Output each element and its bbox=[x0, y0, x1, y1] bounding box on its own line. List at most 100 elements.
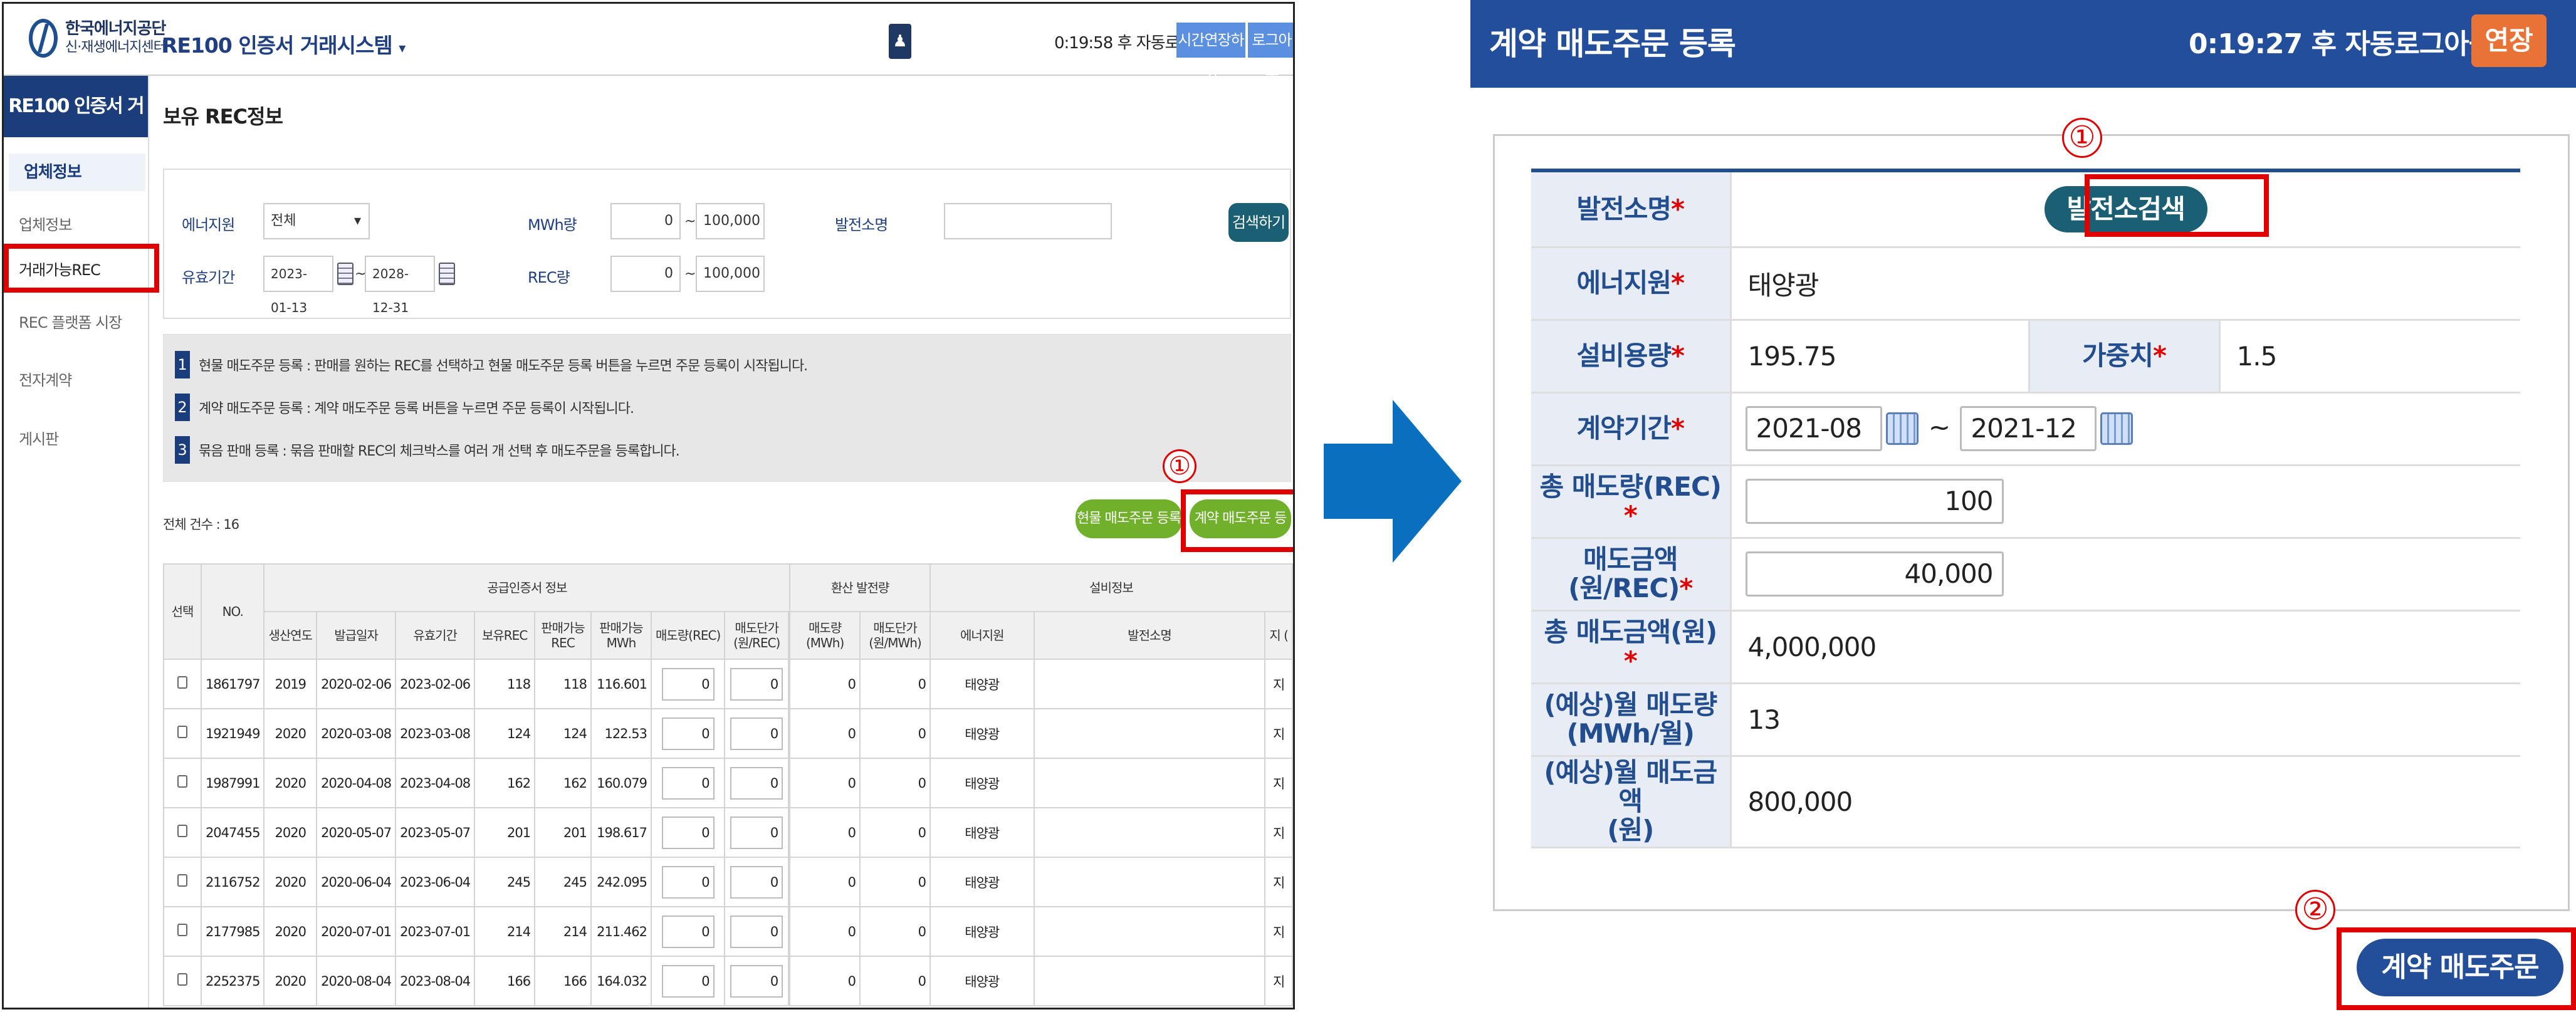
cell-sellamt[interactable]: 0 bbox=[650, 708, 726, 759]
total-amount-label: 총 매도금액(원) * bbox=[1531, 610, 1732, 684]
checkbox-icon[interactable] bbox=[177, 726, 187, 738]
rec-to-input[interactable]: 100,000 bbox=[696, 256, 765, 292]
row-checkbox[interactable] bbox=[163, 956, 202, 1006]
cell-valid: 2023-06-04 bbox=[395, 857, 476, 907]
cell-energy: 태양광 bbox=[929, 659, 1035, 709]
cell-sellprice[interactable]: 0 bbox=[724, 708, 790, 759]
checkbox-icon[interactable] bbox=[177, 874, 187, 887]
user-icon[interactable]: ♟ bbox=[889, 24, 911, 59]
sell-amount-input[interactable]: 0 bbox=[661, 915, 715, 948]
sell-amount-input[interactable]: 0 bbox=[661, 964, 715, 998]
checkbox-icon[interactable] bbox=[177, 825, 187, 837]
system-title: RE100 인증서 거래시스템 bbox=[162, 33, 393, 58]
required-mark: * bbox=[1671, 340, 1685, 371]
calendar-icon[interactable] bbox=[337, 263, 353, 285]
col-energy: 에너지원 bbox=[929, 611, 1035, 660]
sell-price-input[interactable]: 0 bbox=[730, 915, 783, 948]
col-issue-date: 발급일자 bbox=[316, 611, 397, 660]
cell-convamt: 0 bbox=[789, 758, 861, 808]
cell-energy: 태양광 bbox=[929, 708, 1035, 759]
cell-plant bbox=[1033, 956, 1266, 1006]
cell-sellamt[interactable]: 0 bbox=[650, 659, 726, 709]
row-checkbox[interactable] bbox=[163, 659, 202, 709]
energy-source-label: 에너지원 bbox=[182, 216, 235, 234]
cell-sellprice[interactable]: 0 bbox=[724, 906, 790, 957]
cell-salerec: 118 bbox=[534, 659, 592, 709]
cell-sellprice[interactable]: 0 bbox=[724, 659, 790, 709]
plant-name-input[interactable] bbox=[944, 203, 1112, 239]
cell-sellamt[interactable]: 0 bbox=[650, 758, 726, 808]
checkbox-icon[interactable] bbox=[177, 676, 187, 689]
calendar-icon[interactable] bbox=[2100, 412, 2134, 445]
col-no: NO. bbox=[200, 563, 265, 660]
right-screenshot: 계약 매도주문 등록 0:19:27 후 자동로그아웃 연장 발전소명* 발전소… bbox=[1470, 0, 2576, 1012]
checkbox-icon[interactable] bbox=[177, 973, 187, 986]
sidebar-item-company-info[interactable]: 업체정보 bbox=[4, 212, 149, 234]
cell-sellamt[interactable]: 0 bbox=[650, 956, 726, 1006]
period-from-input[interactable]: 2021-08 bbox=[1745, 406, 1882, 451]
extend-button[interactable]: 연장 bbox=[2471, 14, 2547, 67]
cell-sellamt[interactable]: 0 bbox=[650, 906, 726, 957]
page-title: 보유 REC정보 bbox=[163, 105, 283, 128]
row-checkbox[interactable] bbox=[163, 708, 202, 759]
checkbox-icon[interactable] bbox=[177, 775, 187, 788]
sell-price-input[interactable]: 0 bbox=[730, 816, 783, 849]
cell-year: 2020 bbox=[263, 708, 318, 759]
total-rec-input[interactable]: 100 bbox=[1745, 479, 2004, 524]
spot-sell-order-button[interactable]: 현물 매도주문 등록 bbox=[1076, 499, 1182, 538]
sell-price-input[interactable]: 0 bbox=[730, 766, 783, 800]
total-count: 전체 건수 : 16 bbox=[163, 517, 239, 532]
sell-price-input[interactable]: 0 bbox=[730, 717, 783, 750]
mwh-to-input[interactable]: 100,000 bbox=[696, 203, 765, 239]
sidebar-item-e-contract[interactable]: 전자계약 bbox=[4, 368, 149, 390]
required-mark: * bbox=[2152, 340, 2167, 371]
checkbox-icon[interactable] bbox=[177, 924, 187, 936]
cell-salemwh: 160.079 bbox=[590, 758, 652, 808]
sidebar-section-company[interactable]: 업체정보 bbox=[9, 154, 145, 191]
period-to-input[interactable]: 2021-12 bbox=[1960, 406, 2097, 451]
cell-convprice: 0 bbox=[859, 708, 931, 759]
row-checkbox[interactable] bbox=[163, 906, 202, 957]
extend-time-button[interactable]: 시간연장하기 bbox=[1176, 23, 1245, 84]
sell-amount-input[interactable]: 0 bbox=[661, 766, 715, 800]
sell-amount-input[interactable]: 0 bbox=[661, 717, 715, 750]
cell-sellprice[interactable]: 0 bbox=[724, 857, 790, 907]
cell-sellprice[interactable]: 0 bbox=[724, 807, 790, 858]
rec-from-input[interactable]: 0 bbox=[610, 256, 681, 292]
system-title-menu[interactable]: RE100 인증서 거래시스템 ▾ bbox=[162, 29, 406, 59]
cell-convamt: 0 bbox=[789, 807, 861, 858]
valid-to-input[interactable]: 2028-12-31 bbox=[365, 256, 435, 315]
sell-price-input[interactable]: 40,000 bbox=[1745, 551, 2004, 597]
energy-source-select[interactable]: 전체 ▾ bbox=[263, 203, 370, 239]
row-checkbox[interactable] bbox=[163, 758, 202, 808]
sell-amount-input[interactable]: 0 bbox=[661, 667, 715, 701]
row-checkbox[interactable] bbox=[163, 857, 202, 907]
valid-from-input[interactable]: 2023-01-13 bbox=[263, 256, 333, 315]
sell-price-input[interactable]: 0 bbox=[730, 964, 783, 998]
cell-no: 1861797 bbox=[200, 659, 265, 709]
step-marker-2: ② bbox=[2295, 890, 2335, 930]
sell-amount-input[interactable]: 0 bbox=[661, 816, 715, 849]
cell-energy: 태양광 bbox=[929, 906, 1035, 957]
notice-text: 현물 매도주문 등록 : 판매를 원하는 REC를 선택하고 현물 매도주문 등… bbox=[199, 358, 808, 374]
cell-valid: 2023-03-08 bbox=[395, 708, 476, 759]
sell-amount-input[interactable]: 0 bbox=[661, 865, 715, 899]
logout-button[interactable]: 로그아웃 bbox=[1248, 23, 1293, 84]
sidebar-item-board[interactable]: 게시판 bbox=[4, 427, 149, 449]
agency-logo[interactable]: 한국에너지공단 신·재생에너지센터 bbox=[29, 19, 166, 58]
cell-sellamt[interactable]: 0 bbox=[650, 807, 726, 858]
cell-hold: 118 bbox=[474, 659, 536, 709]
calendar-icon[interactable] bbox=[1885, 412, 1919, 445]
notice-text: 계약 매도주문 등록 : 계약 매도주문 등록 버튼을 누르면 주문 등록이 시… bbox=[199, 401, 634, 417]
cell-sellamt[interactable]: 0 bbox=[650, 857, 726, 907]
sidebar-item-rec-platform[interactable]: REC 플랫폼 시장 bbox=[4, 310, 149, 332]
calendar-icon[interactable] bbox=[439, 263, 455, 285]
search-button[interactable]: 검색하기 bbox=[1228, 203, 1289, 242]
sell-price-input[interactable]: 0 bbox=[730, 667, 783, 701]
cell-sellprice[interactable]: 0 bbox=[724, 956, 790, 1006]
mwh-from-input[interactable]: 0 bbox=[610, 203, 681, 239]
cell-sellprice[interactable]: 0 bbox=[724, 758, 790, 808]
sell-price-input[interactable]: 0 bbox=[730, 865, 783, 899]
row-checkbox[interactable] bbox=[163, 807, 202, 858]
cell-convamt: 0 bbox=[789, 708, 861, 759]
